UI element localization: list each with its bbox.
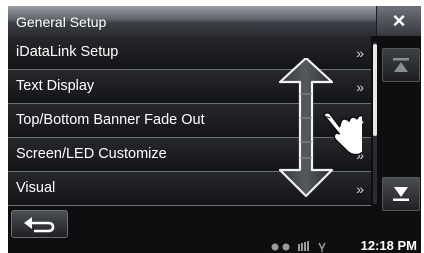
- close-button[interactable]: ×: [376, 6, 421, 36]
- title-bar: General Setup ×: [8, 6, 421, 36]
- scrollbar-thumb[interactable]: [373, 44, 377, 136]
- link-icon: [282, 243, 290, 251]
- status-bar: 12:18 PM: [8, 238, 421, 253]
- scrollbar[interactable]: [373, 42, 377, 204]
- bluetooth-icon: [271, 243, 279, 251]
- clock: 12:18 PM: [360, 238, 417, 253]
- page-down-button[interactable]: [382, 177, 420, 211]
- menu-item-label: Top/Bottom Banner Fade Out: [16, 112, 205, 128]
- back-arrow-icon: [24, 217, 55, 233]
- setup-screen: General Setup × iDataLink Setup » Text D…: [8, 6, 421, 253]
- status-icons: [271, 241, 326, 252]
- page-up-icon: [393, 58, 409, 72]
- antenna-icon: [318, 242, 326, 252]
- hand-pointer-icon: [322, 111, 362, 156]
- page-title: General Setup: [16, 14, 107, 30]
- page-up-button[interactable]: [382, 48, 420, 82]
- signal-icon: [298, 244, 300, 251]
- close-x-icon: ×: [392, 8, 406, 33]
- menu-item-label: iDataLink Setup: [16, 44, 119, 60]
- menu-item-label: Visual: [16, 180, 56, 196]
- page-down-icon: [393, 187, 409, 201]
- menu-item-label: Text Display: [16, 78, 95, 94]
- back-button[interactable]: [11, 210, 68, 238]
- menu-item-label: Screen/LED Customize: [16, 146, 167, 162]
- swipe-gesture-icon: [278, 58, 362, 198]
